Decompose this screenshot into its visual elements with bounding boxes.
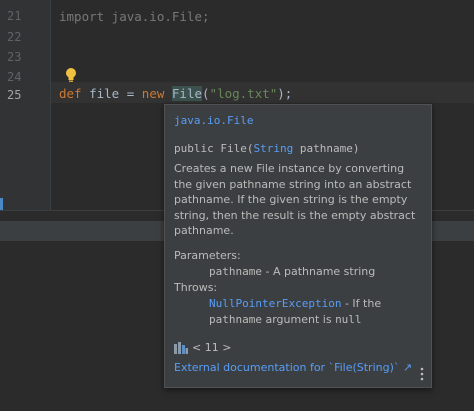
throws-label: Throws: bbox=[174, 281, 218, 294]
param-row: pathname - A pathname string bbox=[209, 265, 375, 278]
throws-row: NullPointerException - If the bbox=[209, 297, 381, 310]
keyword-def: def bbox=[59, 86, 82, 101]
throws-param: pathname bbox=[209, 313, 262, 326]
throws-row-cont: pathname argument is null bbox=[209, 313, 362, 326]
doc-signature: public File(String pathname) bbox=[174, 142, 359, 155]
more-vertical-icon[interactable] bbox=[419, 367, 425, 381]
var-decl: file = bbox=[81, 86, 142, 101]
scroll-marker bbox=[0, 198, 3, 210]
line-number: 23 bbox=[7, 50, 22, 64]
null-literal: null bbox=[335, 313, 362, 326]
line-number: 24 bbox=[7, 70, 22, 84]
code-line-25[interactable]: def file = new File("log.txt"); bbox=[59, 86, 292, 101]
jdk-version-label: < 11 > bbox=[192, 341, 232, 354]
doc-header[interactable]: java.io.File bbox=[174, 114, 253, 127]
params-label: Parameters: bbox=[174, 249, 241, 262]
doc-description: Creates a new File instance by convertin… bbox=[174, 162, 416, 237]
jdk-version[interactable]: < 11 > bbox=[174, 341, 231, 354]
jdk-library-icon bbox=[174, 341, 188, 354]
string-literal: "log.txt" bbox=[209, 86, 278, 101]
sig-type-link[interactable]: String bbox=[253, 142, 293, 155]
lightbulb-icon[interactable] bbox=[64, 67, 78, 83]
open-paren: ( bbox=[202, 86, 210, 101]
line-gutter: 21 22 23 24 25 bbox=[0, 0, 51, 210]
sig-suffix: pathname) bbox=[293, 142, 360, 155]
throws-desc: - If the bbox=[341, 297, 382, 310]
sig-prefix: public File( bbox=[174, 142, 254, 155]
code-line-21[interactable]: import java.io.File; bbox=[59, 9, 210, 24]
documentation-popup[interactable]: java.io.File public File(String pathname… bbox=[164, 104, 432, 388]
param-desc: - A pathname string bbox=[261, 265, 376, 278]
close-paren: ); bbox=[277, 86, 293, 101]
external-doc-link[interactable]: External documentation for `File(String)… bbox=[174, 361, 412, 374]
line-number-current: 25 bbox=[7, 88, 22, 102]
line-number: 21 bbox=[7, 9, 22, 23]
line-number: 22 bbox=[7, 30, 22, 44]
class-reference[interactable]: File bbox=[171, 86, 203, 101]
exception-link[interactable]: NullPointerException bbox=[209, 297, 341, 310]
param-name: pathname bbox=[209, 265, 262, 278]
keyword-new: new bbox=[141, 86, 165, 101]
throws-desc2: argument is bbox=[261, 313, 336, 326]
